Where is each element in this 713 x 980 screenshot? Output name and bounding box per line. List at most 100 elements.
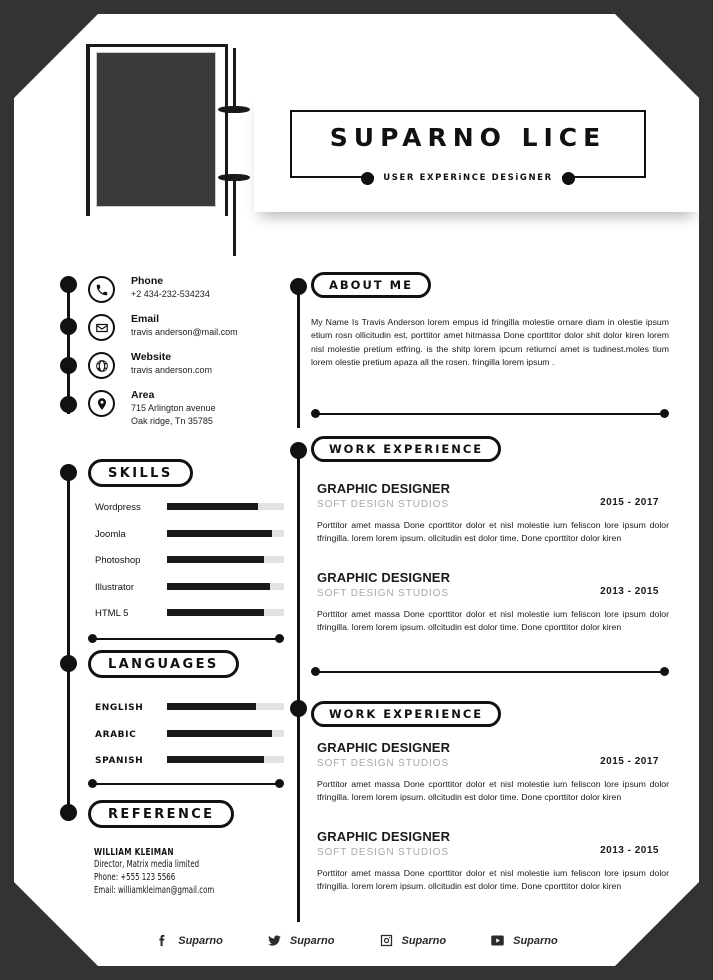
facebook-icon <box>155 933 170 948</box>
skill-track <box>167 583 284 590</box>
divider-experience-1 <box>311 667 669 676</box>
contact-row-email: Email travis anderson@mail.com <box>88 312 278 350</box>
experience-1-heading-wrap: WORK EXPERIENCE <box>311 436 501 462</box>
skills-bars: Wordpress Joomla Photoshop Illustrator H… <box>88 502 284 635</box>
about-heading-wrap: ABOUT ME <box>311 272 431 298</box>
rail-dot-email <box>60 318 77 335</box>
contact-label: Phone <box>131 275 164 287</box>
reference-line: Email: williamkleiman@gmail.com <box>94 885 215 896</box>
job-description: Porttitor amet massa Done cporttitor dol… <box>317 779 669 803</box>
contact-row-area: Area 715 Arlington avenue Oak ridge, Tn … <box>88 388 278 426</box>
rail-dot-experience-2 <box>290 700 307 717</box>
divider-about <box>311 409 669 418</box>
skill-row: Photoshop <box>88 555 284 582</box>
social-handle: Suparno <box>178 934 223 947</box>
contact-label: Area <box>131 389 155 401</box>
rail-dot-skills <box>60 464 77 481</box>
social-links: Suparno Suparno Suparno Suparno <box>14 933 699 948</box>
rail-dot-website <box>60 357 77 374</box>
skill-fill <box>167 556 264 563</box>
social-link-facebook[interactable]: Suparno <box>155 933 223 948</box>
skill-track <box>167 503 284 510</box>
language-label: ARABIC <box>95 729 137 740</box>
social-handle: Suparno <box>401 934 447 947</box>
languages-heading-wrap: LANGUAGES <box>88 650 239 678</box>
contact-rail <box>67 284 70 414</box>
rail-dot-about <box>290 278 307 295</box>
rail-dot-phone <box>60 276 77 293</box>
twitter-icon <box>267 933 282 948</box>
knob-left-icon <box>361 172 374 185</box>
language-row: ARABIC <box>88 729 284 756</box>
skill-fill <box>167 530 272 537</box>
contact-value: +2 434-232-534234 <box>131 289 210 299</box>
language-fill <box>167 756 264 763</box>
language-track <box>167 730 284 737</box>
language-label: SPANISH <box>95 756 144 766</box>
rail-dot-experience-1 <box>290 442 307 459</box>
language-fill <box>167 703 256 710</box>
job-description: Porttitor amet massa Done cporttitor dol… <box>317 609 669 633</box>
rail-dot-languages <box>60 655 77 672</box>
about-text: My Name Is Travis Anderson lorem empus i… <box>311 317 669 367</box>
skill-label: Wordpress <box>95 502 141 513</box>
language-fill <box>167 730 272 737</box>
social-link-youtube[interactable]: Suparno <box>490 933 558 948</box>
instagram-icon <box>379 933 394 948</box>
experience-1-heading: WORK EXPERIENCE <box>311 436 501 462</box>
social-handle: Suparno <box>513 934 558 947</box>
page-title: SUPARNO LICE <box>329 123 607 152</box>
rail-dot-area <box>60 396 77 413</box>
social-handle: Suparno <box>289 934 335 947</box>
skill-label: HTML 5 <box>95 608 129 619</box>
skill-label: Photoshop <box>95 555 141 566</box>
job-description: Porttitor amet massa Done cporttitor dol… <box>317 868 669 892</box>
role-strip: USER EXPERiNCE DESiGNER <box>290 170 646 186</box>
language-track <box>167 756 284 763</box>
skill-track <box>167 556 284 563</box>
social-link-twitter[interactable]: Suparno <box>267 933 335 948</box>
skill-label: Joomla <box>95 528 126 540</box>
language-row: ENGLISH <box>88 702 284 729</box>
job-date: 2013 - 2015 <box>600 586 659 597</box>
language-label: ENGLISH <box>95 703 144 713</box>
contact-value: 715 Arlington avenue <box>131 403 216 413</box>
divider-skills <box>88 634 284 643</box>
language-track <box>167 703 284 710</box>
about-rail <box>297 286 300 428</box>
experience-2-rail <box>297 708 300 922</box>
skill-fill <box>167 609 264 616</box>
knob-right-icon <box>562 172 575 185</box>
contact-row-phone: Phone +2 434-232-534234 <box>88 274 278 312</box>
skill-row: Wordpress <box>88 502 284 529</box>
rail-dot-reference <box>60 804 77 821</box>
job-description: Porttitor amet massa Done cporttitor dol… <box>317 520 669 544</box>
skill-fill <box>167 583 270 590</box>
globe-icon <box>88 352 115 379</box>
job-title: GRAPHIC DESIGNER <box>317 740 451 755</box>
contact-row-website: Website travis anderson.com <box>88 350 278 388</box>
name-banner: SUPARNO LICE USER EXPERiNCE DESiGNER <box>254 94 699 212</box>
job-title: GRAPHIC DESIGNER <box>317 481 451 496</box>
job-date: 2015 - 2017 <box>600 756 659 767</box>
languages-heading: LANGUAGES <box>88 650 239 678</box>
location-icon <box>88 390 115 417</box>
experience-2-heading: WORK EXPERIENCE <box>311 701 501 727</box>
social-link-instagram[interactable]: Suparno <box>379 933 447 948</box>
role-subtitle: USER EXPERiNCE DESiGNER <box>374 173 561 183</box>
skills-heading: SKILLS <box>88 459 193 487</box>
skills-heading-wrap: SKILLS <box>88 459 193 487</box>
contact-list: Phone +2 434-232-534234 Email travis and… <box>88 274 278 426</box>
reference-details: WILLIAM KLEIMAN Director, Matrix media l… <box>94 847 289 897</box>
job-date: 2015 - 2017 <box>600 497 659 508</box>
photo-frame <box>86 44 246 224</box>
profile-photo-placeholder <box>96 52 216 207</box>
contact-label: Website <box>131 351 172 363</box>
experience-entry: GRAPHIC DESIGNER SOFT DESIGN STUDIOS 201… <box>317 480 669 546</box>
reference-name: WILLIAM KLEIMAN <box>94 847 174 858</box>
experience-entry: GRAPHIC DESIGNER SOFT DESIGN STUDIOS 201… <box>317 569 669 635</box>
experience-entry: GRAPHIC DESIGNER SOFT DESIGN STUDIOS 201… <box>317 828 669 894</box>
experience-2-heading-wrap: WORK EXPERIENCE <box>311 701 501 727</box>
contact-label: Email <box>131 313 160 325</box>
frame-connector-bottom <box>218 174 250 260</box>
